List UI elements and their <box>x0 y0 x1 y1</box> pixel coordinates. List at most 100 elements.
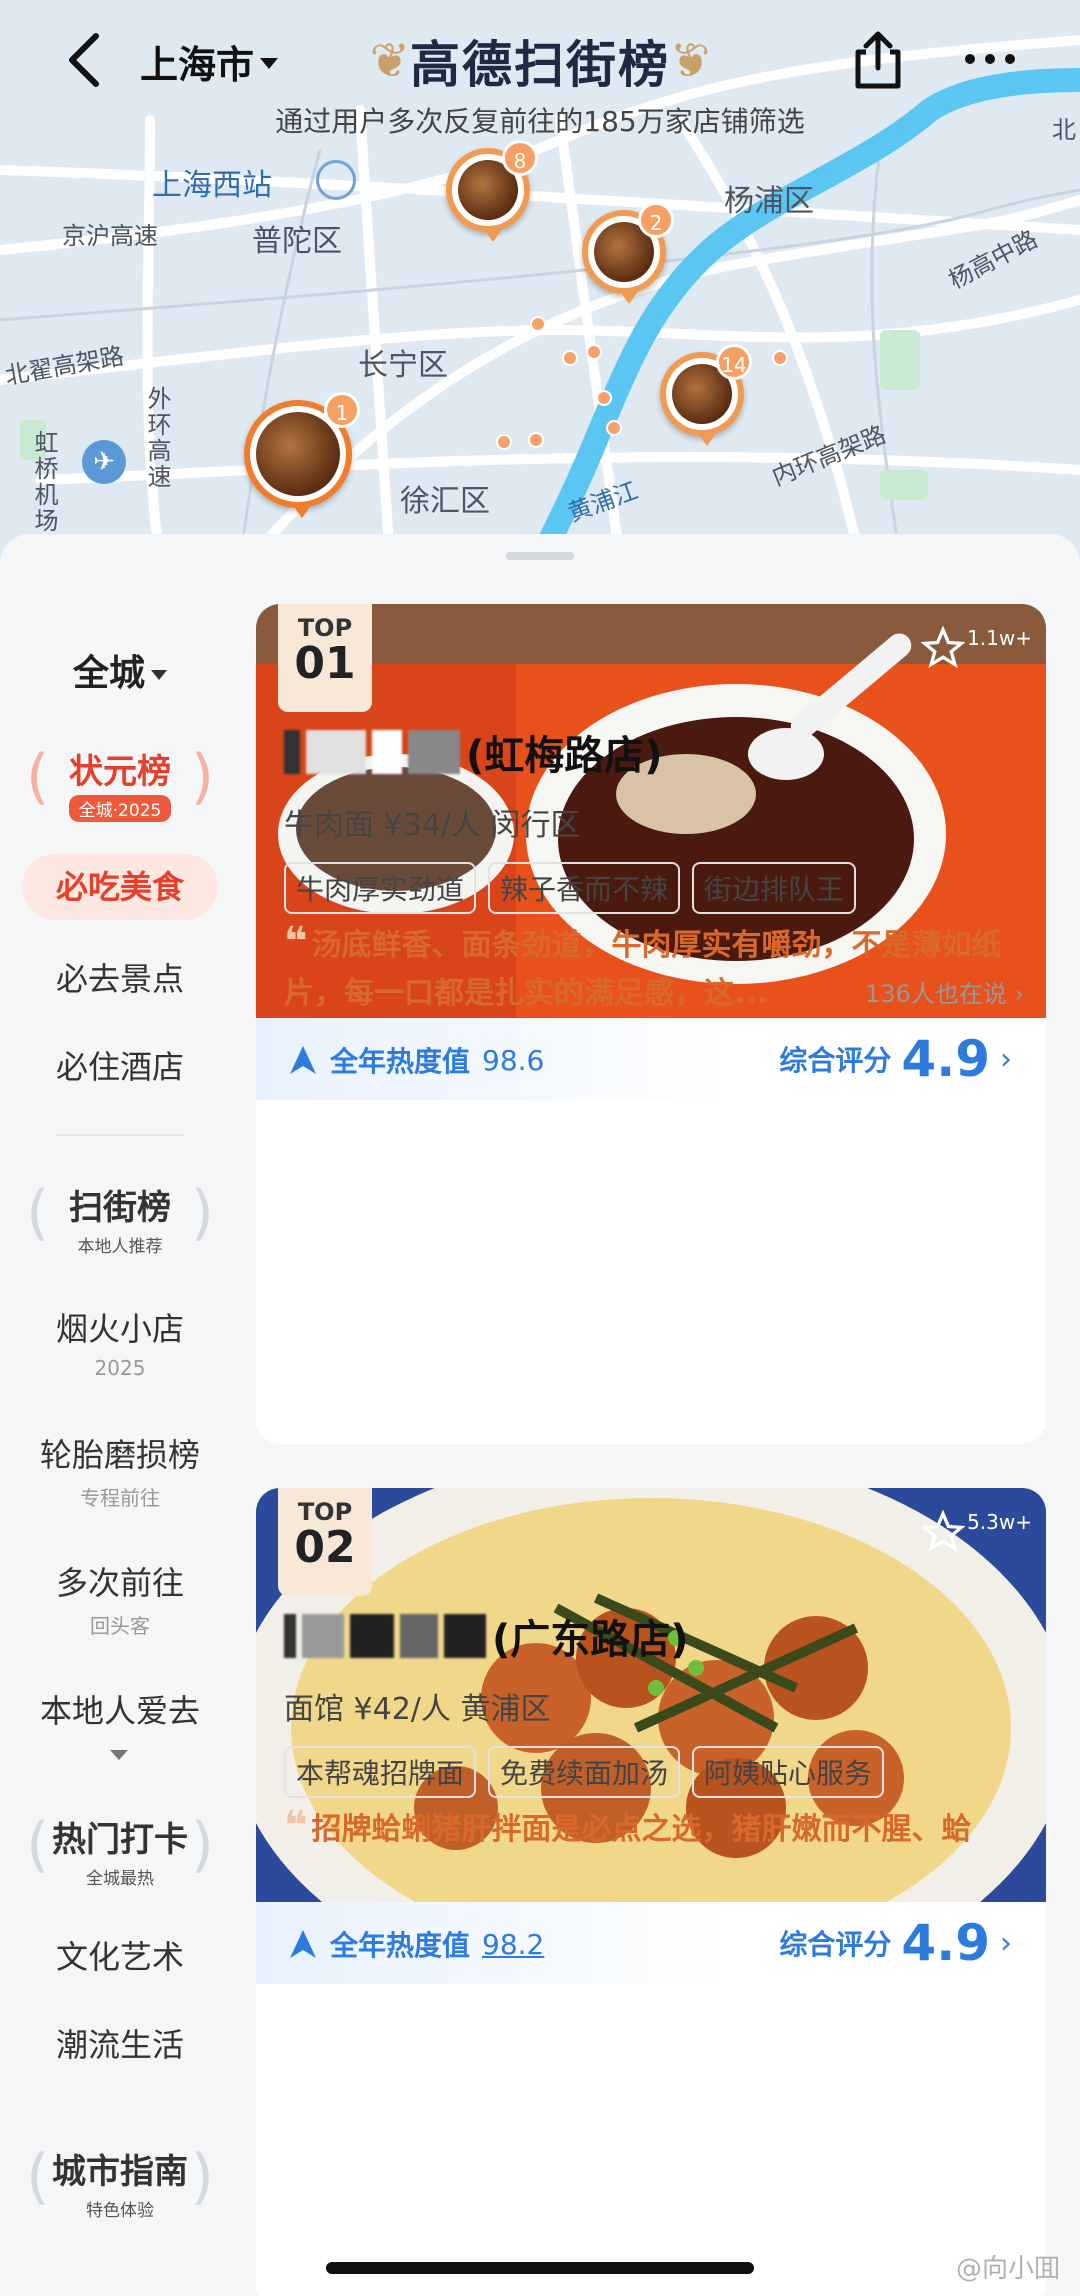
laurel-left-icon: ( <box>26 1810 50 1880</box>
rating-label: 综合评分 <box>779 1044 892 1077</box>
share-icon[interactable] <box>848 28 908 92</box>
section-title: 热门打卡 <box>52 1820 188 1860</box>
item-sub: 回头客 <box>90 1614 150 1638</box>
sheet-drag-handle[interactable] <box>506 552 574 560</box>
rating-score: 4.9 <box>901 1030 990 1088</box>
ranking-card[interactable]: TOP 02 5.3w+ 全年热度值 98.2 综合评分 4.9 › (广东路店… <box>256 1488 1046 2296</box>
home-indicator[interactable] <box>326 2262 754 2274</box>
heat-label: 全年热度值 <box>330 1929 471 1962</box>
more-icon[interactable] <box>960 44 1020 74</box>
map-dot[interactable] <box>530 316 546 332</box>
map-pin[interactable]: 8 <box>446 140 538 242</box>
map-label-yangpu: 杨浦区 <box>724 184 814 219</box>
review-count[interactable]: 136人也在说 › <box>865 970 1024 1018</box>
chevron-down-icon <box>260 58 279 69</box>
chevron-down-icon <box>151 670 167 680</box>
ranking-sheet: 全城 () 状元榜 全城·2025 必吃美食 必去景点 必住酒店 () 扫街榜 … <box>0 534 1080 2296</box>
rank-number: 01 <box>294 638 356 689</box>
redacted-text <box>284 1614 296 1658</box>
sidebar-item-repeat-visit[interactable]: 多次前往 回头客 <box>0 1558 240 1639</box>
section-saojie[interactable]: () 扫街榜 本地人推荐 <box>26 1170 214 1266</box>
navigation-arrow-icon <box>290 1930 316 1958</box>
laurel-left-icon: ( <box>26 2142 50 2212</box>
page-subtitle: 通过用户多次反复前往的185万家店铺筛选 <box>275 105 805 138</box>
page-title: 高德扫街榜 <box>410 36 670 94</box>
shop-name[interactable]: (广东路店) <box>284 1606 689 1666</box>
overall-rating[interactable]: 综合评分 4.9 › <box>779 1030 1012 1088</box>
city-name: 上海市 <box>140 43 255 87</box>
chevron-down-icon[interactable] <box>110 1750 128 1760</box>
sidebar-item-culture-art[interactable]: 文化艺术 <box>0 1932 240 1978</box>
section-zhuangyuan[interactable]: () 状元榜 全城·2025 <box>26 734 214 830</box>
favorite-button[interactable]: 1.1w+ <box>921 626 1032 670</box>
category-sidebar: 全城 () 状元榜 全城·2025 必吃美食 必去景点 必住酒店 () 扫街榜 … <box>0 574 240 2296</box>
map-pin[interactable]: 14 <box>660 344 752 446</box>
redacted-text <box>284 730 300 774</box>
chevron-right-icon: › <box>1000 1925 1012 1961</box>
sidebar-item-yanhuo[interactable]: 烟火小店 2025 <box>0 1304 240 1380</box>
laurel-left-icon: ( <box>26 1178 50 1248</box>
pin-count-badge: 1 <box>324 392 360 428</box>
tag: 本帮魂招牌面 <box>284 1746 477 1798</box>
tag-list: 牛肉厚实劲道 辣子香而不辣 街边排队王 <box>284 862 857 914</box>
rank-badge: TOP 02 <box>278 1488 372 1596</box>
tag: 牛肉厚实劲道 <box>284 862 477 914</box>
heat-number: 98.2 <box>482 1927 545 1961</box>
heat-value: 全年热度值 98.2 <box>288 1924 544 1964</box>
section-subtitle: 全城最热 <box>86 1869 154 1889</box>
shop-meta: 面馆 ¥42/人 黄浦区 <box>284 1692 551 1727</box>
map-dot[interactable] <box>528 432 544 448</box>
laurel-right-icon: ) <box>190 1178 214 1248</box>
city-selector[interactable]: 上海市 <box>140 34 279 89</box>
star-icon <box>921 626 966 669</box>
map-label-hongqiao-airport: 虹桥机场 <box>30 430 58 534</box>
map-dot[interactable] <box>596 390 612 406</box>
tag: 辣子香而不辣 <box>488 862 681 914</box>
sidebar-item-must-stay[interactable]: 必住酒店 <box>0 1042 240 1088</box>
sidebar-item-locals-love[interactable]: 本地人爱去 <box>0 1686 240 1732</box>
laurel-right-icon: ) <box>190 1810 214 1880</box>
airport-icon: ✈ <box>82 440 126 484</box>
section-hot-checkin[interactable]: () 热门打卡 全城最热 <box>26 1802 214 1898</box>
redacted-text <box>350 1614 394 1658</box>
rank-number: 02 <box>294 1522 356 1573</box>
sidebar-item-must-eat[interactable]: 必吃美食 <box>22 854 218 920</box>
redacted-text <box>408 730 460 774</box>
back-icon[interactable] <box>60 28 110 92</box>
heat-score-row: 全年热度值 98.2 综合评分 4.9 › <box>256 1902 1046 1984</box>
item-sub: 专程前往 <box>80 1486 160 1510</box>
overall-rating[interactable]: 综合评分 4.9 › <box>779 1914 1012 1972</box>
scope-selector[interactable]: 全城 <box>0 644 240 696</box>
rating-label: 综合评分 <box>779 1928 892 1961</box>
pin-count-badge: 8 <box>502 140 538 176</box>
map-dot[interactable] <box>772 350 788 366</box>
ranking-card[interactable]: TOP 01 1.1w+ 全年热度值 98.6 综合评分 4.9 › (虹梅路店… <box>256 604 1046 1444</box>
sidebar-item-trendy-life[interactable]: 潮流生活 <box>0 2020 240 2066</box>
heat-score-row: 全年热度值 98.6 综合评分 4.9 › <box>256 1018 1046 1100</box>
laurel-right-icon: ❦ <box>670 33 711 89</box>
item-label: 轮胎磨损榜 <box>39 1436 200 1474</box>
favorite-button[interactable]: 5.3w+ <box>921 1510 1032 1554</box>
map-label-outer-ring: 外环高速 <box>143 386 171 490</box>
section-city-guide[interactable]: () 城市指南 特色体验 <box>26 2134 214 2230</box>
review-text: 招牌蛤蜊猪肝拌面是必点之选，猪肝嫩而不腥、蛤 <box>311 1812 972 1847</box>
shop-name[interactable]: (虹梅路店) <box>284 722 663 782</box>
section-title: 城市指南 <box>52 2152 188 2192</box>
redacted-text <box>306 730 366 774</box>
map-dot[interactable] <box>496 434 512 450</box>
navigation-arrow-icon <box>290 1046 316 1074</box>
map-dot[interactable] <box>586 344 602 360</box>
review-snippet[interactable]: ❝ 汤底鲜香、面条劲道，牛肉厚实有嚼劲，不是薄如纸片，每一口都是扎实的满足感，这.… <box>284 918 1024 1018</box>
sidebar-item-must-visit[interactable]: 必去景点 <box>0 954 240 1000</box>
review-snippet[interactable]: ❝ 招牌蛤蜊猪肝拌面是必点之选，猪肝嫩而不腥、蛤 <box>284 1802 1024 1854</box>
heat-value: 全年热度值 98.6 <box>288 1040 544 1080</box>
sidebar-item-tire-wear[interactable]: 轮胎磨损榜 专程前往 <box>0 1430 240 1511</box>
favorite-count: 1.1w+ <box>967 626 1032 650</box>
tag-list: 本帮魂招牌面 免费续面加汤 阿姨贴心服务 <box>284 1746 885 1798</box>
map-dot[interactable] <box>562 350 578 366</box>
laurel-left-icon: ( <box>26 742 50 812</box>
map-dot[interactable] <box>606 420 622 436</box>
map-pin-selected[interactable]: 1 <box>244 392 360 518</box>
redacted-text <box>372 730 402 774</box>
map-pin[interactable]: 2 <box>582 202 674 304</box>
